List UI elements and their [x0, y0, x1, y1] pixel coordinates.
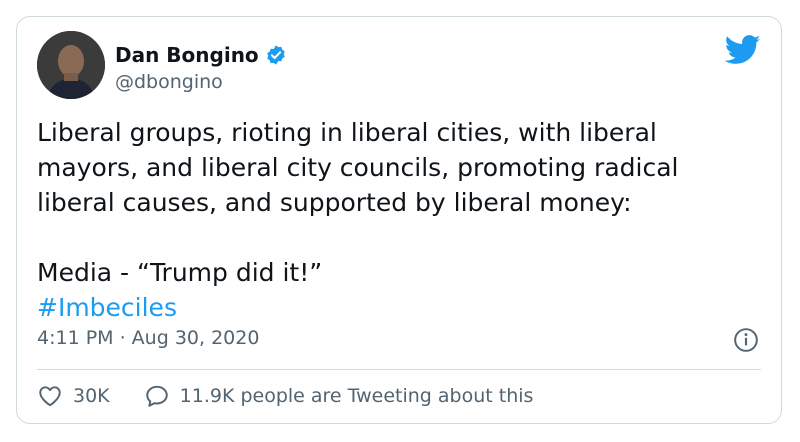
like-button[interactable]: 30K	[37, 383, 110, 409]
verified-badge-icon	[266, 45, 285, 65]
tweet-timestamp[interactable]: 4:11 PM · Aug 30, 2020	[37, 327, 259, 349]
author-handle[interactable]: @dbongino	[115, 71, 223, 93]
info-icon[interactable]	[733, 327, 759, 353]
like-count: 30K	[73, 385, 110, 407]
author-name[interactable]: Dan Bongino	[115, 43, 259, 67]
engagement-bar: 30K 11.9K people are Tweeting about this	[37, 383, 567, 409]
heart-icon	[39, 386, 61, 407]
avatar-image	[37, 31, 105, 99]
tweet-body: Liberal groups, rioting in liberal citie…	[37, 118, 679, 287]
tweet-card[interactable]: Dan Bongino @dbongino Liberal groups, ri…	[16, 16, 782, 424]
avatar[interactable]	[37, 31, 105, 99]
conversation-button[interactable]: 11.9K people are Tweeting about this	[144, 383, 534, 409]
tweet-text: Liberal groups, rioting in liberal citie…	[37, 115, 757, 325]
author-name-row[interactable]: Dan Bongino	[115, 43, 287, 67]
hashtag-link[interactable]: #Imbeciles	[37, 293, 177, 322]
conversation-text: 11.9K people are Tweeting about this	[179, 385, 534, 407]
twitter-bird-icon[interactable]	[725, 35, 761, 65]
divider	[37, 369, 761, 370]
reply-bubble-icon	[145, 385, 168, 407]
